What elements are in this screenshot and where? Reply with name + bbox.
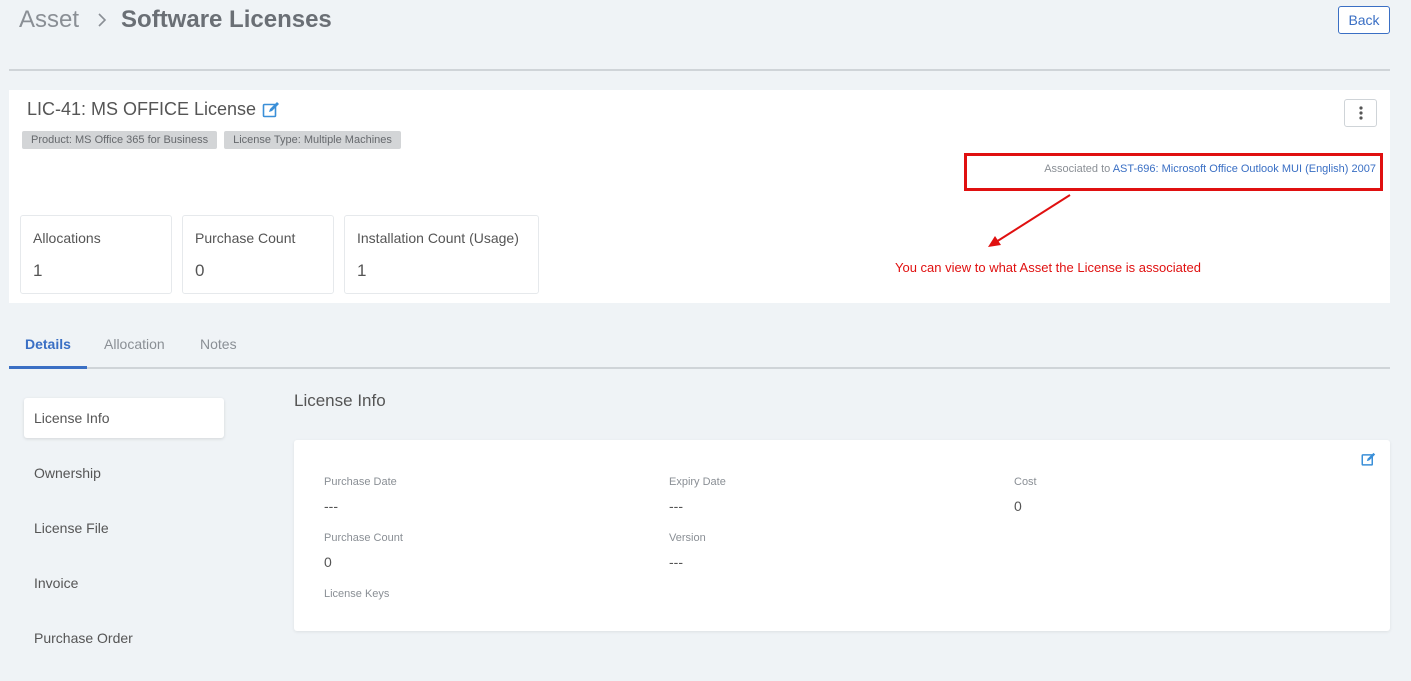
- edit-icon[interactable]: [1361, 452, 1376, 467]
- purchase-count-label: Purchase Count: [324, 532, 403, 544]
- annotation-text: You can view to what Asset the License i…: [895, 260, 1201, 275]
- stat-label: Purchase Count: [195, 230, 296, 246]
- side-nav-purchase-order[interactable]: Purchase Order: [24, 618, 224, 658]
- license-tags: Product: MS Office 365 for Business Lice…: [22, 131, 401, 149]
- header-divider: [9, 69, 1390, 71]
- kebab-menu-icon: [1358, 106, 1363, 120]
- annotation-arrow-icon: [988, 194, 1071, 247]
- section-title: License Info: [294, 391, 386, 410]
- breadcrumb-asset[interactable]: Asset: [19, 6, 79, 34]
- license-info-card: Purchase Date --- Expiry Date --- Cost 0…: [294, 440, 1390, 631]
- side-nav-invoice[interactable]: Invoice: [24, 563, 224, 603]
- stat-value: 1: [357, 261, 367, 280]
- side-nav-license-file[interactable]: License File: [24, 508, 224, 548]
- edit-icon[interactable]: [262, 101, 280, 119]
- stat-card-allocations: Allocations 1: [20, 215, 172, 294]
- cost-value: 0: [1014, 498, 1022, 514]
- stat-card-installation-count: Installation Count (Usage) 1: [344, 215, 539, 294]
- tab-details[interactable]: Details: [25, 336, 71, 352]
- associated-asset-link[interactable]: AST-696: Microsoft Office Outlook MUI (E…: [1113, 163, 1376, 175]
- active-tab-indicator: [9, 366, 87, 369]
- purchase-date-label: Purchase Date: [324, 476, 397, 488]
- license-keys-label: License Keys: [324, 588, 390, 600]
- license-type-tag: License Type: Multiple Machines: [224, 131, 401, 149]
- page-title: Software Licenses: [121, 6, 332, 33]
- side-nav-license-info[interactable]: License Info: [24, 398, 224, 438]
- stat-label: Installation Count (Usage): [357, 230, 519, 246]
- license-title: LIC-41: MS OFFICE License: [27, 99, 280, 120]
- stat-value: 1: [33, 261, 43, 280]
- expiry-date-value: ---: [669, 498, 683, 514]
- association-highlight-box: Associated to AST-696: Microsoft Office …: [964, 153, 1383, 191]
- version-value: ---: [669, 554, 683, 570]
- tab-allocation[interactable]: Allocation: [104, 336, 165, 352]
- cost-label: Cost: [1014, 476, 1037, 488]
- purchase-count-value: 0: [324, 554, 332, 570]
- breadcrumb: Asset Software Licenses: [19, 4, 332, 36]
- expiry-date-label: Expiry Date: [669, 476, 726, 488]
- license-header-card: LIC-41: MS OFFICE License Product: MS Of…: [9, 90, 1390, 303]
- product-tag: Product: MS Office 365 for Business: [22, 131, 218, 149]
- association-text: Associated to AST-696: Microsoft Office …: [1044, 163, 1376, 175]
- tab-bar: Details Allocation Notes: [9, 329, 1390, 369]
- chevron-right-icon: [97, 13, 107, 27]
- stat-card-purchase-count: Purchase Count 0: [182, 215, 334, 294]
- tab-notes[interactable]: Notes: [200, 336, 237, 352]
- license-title-text: LIC-41: MS OFFICE License: [27, 99, 257, 119]
- association-prefix: Associated to: [1044, 163, 1111, 175]
- stat-value: 0: [195, 261, 205, 280]
- version-label: Version: [669, 532, 706, 544]
- more-options-button[interactable]: [1344, 99, 1377, 127]
- stat-label: Allocations: [33, 230, 101, 246]
- purchase-date-value: ---: [324, 498, 338, 514]
- side-nav-ownership[interactable]: Ownership: [24, 453, 224, 493]
- back-button[interactable]: Back: [1338, 6, 1390, 34]
